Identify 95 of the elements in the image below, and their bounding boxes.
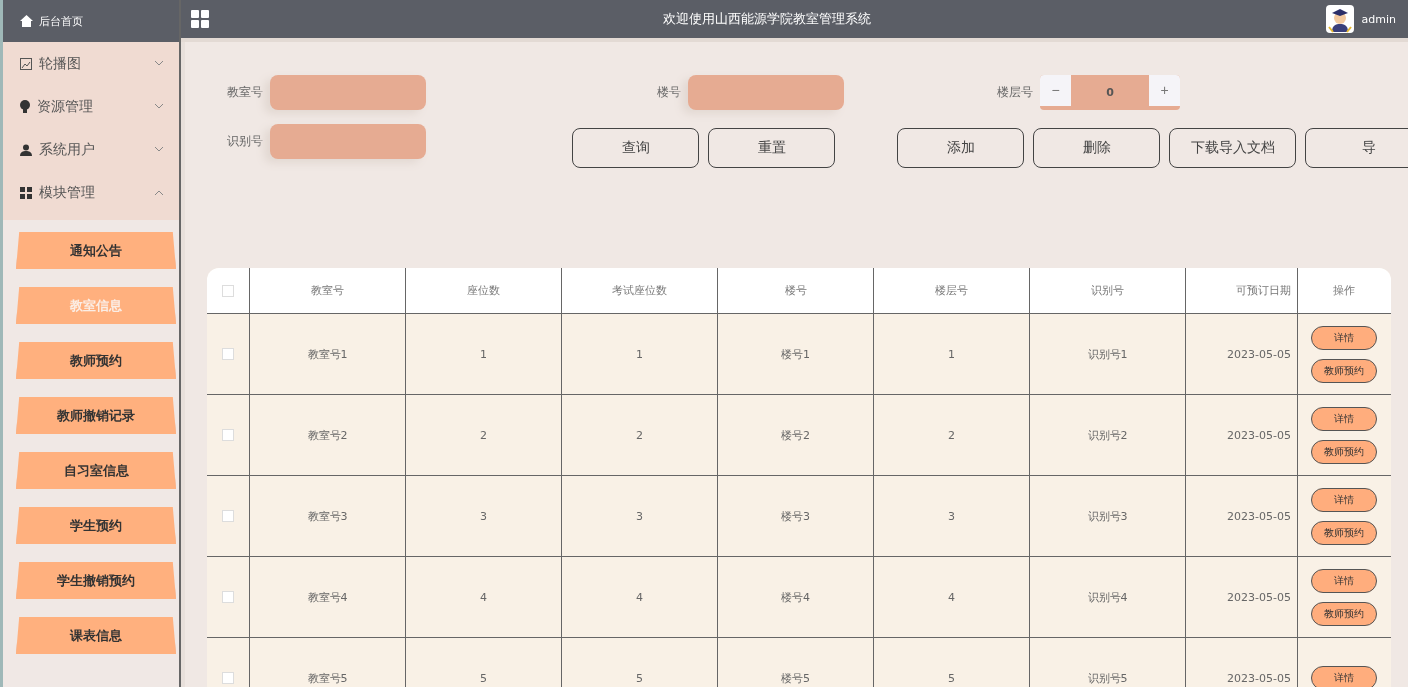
table-cell: 5 [405,638,561,687]
row-action-button[interactable]: 详情 [1310,325,1377,350]
checkbox[interactable] [222,591,234,603]
table-cell: 识别号2 [1029,395,1185,475]
table-cell: 楼号5 [717,638,873,687]
row-action-button[interactable]: 教师预约 [1310,520,1377,545]
table-cell: 楼号3 [717,476,873,556]
action-button[interactable]: 添加 [897,128,1024,168]
submenu-item[interactable]: 教师预约 [16,342,176,379]
text-field[interactable] [270,74,426,110]
menu-item[interactable]: 资源管理 [3,85,179,128]
table-cell: 5 [873,638,1029,687]
query-button[interactable]: 重置 [708,128,835,168]
submenu-item[interactable]: 自习室信息 [16,452,176,489]
column-header: 楼层号 [873,268,1029,313]
field-label: 楼号 [657,83,681,101]
table-cell: 3 [405,476,561,556]
table-cell: 4 [873,557,1029,637]
table-cell: 1 [873,314,1029,394]
increment-button[interactable]: + [1149,74,1180,106]
menu-item[interactable]: 模块管理 [3,171,179,214]
field-label: 楼层号 [997,83,1033,101]
table-cell: 2023-05-05 [1185,476,1297,556]
row-action-button[interactable]: 详情 [1310,406,1377,431]
table-cell: 楼号2 [717,395,873,475]
table-cell: 2 [561,395,717,475]
table-cell: 教室号4 [249,557,405,637]
action-button[interactable]: 导 [1305,128,1408,168]
table-cell: 1 [561,314,717,394]
row-action-button[interactable]: 教师预约 [1310,439,1377,464]
home-link[interactable]: 后台首页 [3,0,179,42]
column-header: 可预订日期 [1185,268,1297,313]
checkbox[interactable] [222,284,234,297]
menu-item[interactable]: 轮播图 [3,42,179,85]
column-header: 识别号 [1029,268,1185,313]
table-cell: 2023-05-05 [1185,395,1297,475]
submenu-item[interactable]: 学生预约 [16,507,176,544]
row-action-button[interactable]: 教师预约 [1310,358,1377,383]
decrement-button[interactable]: − [1040,74,1071,106]
checkbox[interactable] [222,510,234,522]
menu-icon[interactable] [191,10,209,28]
table-cell: 教室号3 [249,476,405,556]
submenu-item[interactable]: 教师撤销记录 [16,397,176,434]
table-cell: 4 [561,557,717,637]
table-cell: 识别号1 [1029,314,1185,394]
table-cell: 楼号4 [717,557,873,637]
table-cell: 识别号5 [1029,638,1185,687]
checkbox[interactable] [222,672,234,684]
table-cell: 2023-05-05 [1185,638,1297,687]
grid-icon [20,186,32,199]
user-icon [20,143,32,156]
submenu-item[interactable]: 通知公告 [16,232,176,269]
text-field[interactable] [270,124,426,159]
checkbox[interactable] [222,429,234,441]
page-title: 欢迎使用山西能源学院教室管理系统 [662,10,873,28]
query-button[interactable]: 查询 [572,128,699,168]
row-action-button[interactable]: 详情 [1310,487,1377,512]
bulb-icon [20,100,30,113]
home-icon [20,15,33,27]
avatar-icon[interactable] [1325,5,1354,33]
table-cell: 识别号3 [1029,476,1185,556]
column-header: 教室号 [249,268,405,313]
table-cell: 2 [873,395,1029,475]
column-header: 楼号 [717,268,873,313]
table-cell: 识别号4 [1029,557,1185,637]
number-stepper[interactable]: − 0 + [1040,74,1180,110]
action-button[interactable]: 删除 [1033,128,1160,168]
text-field[interactable] [688,74,844,110]
menu-item[interactable]: 系统用户 [3,128,179,171]
row-action-button[interactable]: 详情 [1310,666,1377,687]
field-label: 识别号 [227,133,263,150]
column-header: 考试座位数 [561,268,717,313]
action-button[interactable]: 下载导入文档 [1169,128,1296,168]
username: admin [1361,12,1396,26]
table-cell: 教室号1 [249,314,405,394]
table-cell: 3 [873,476,1029,556]
checkbox[interactable] [222,348,234,360]
submenu-item[interactable]: 学生撤销预约 [16,562,176,599]
table-cell: 2 [405,395,561,475]
table-cell: 2023-05-05 [1185,314,1297,394]
table-cell: 5 [561,638,717,687]
field-label: 教室号 [227,83,263,101]
column-header: 操作 [1297,268,1389,313]
table-cell: 3 [561,476,717,556]
table-cell: 2023-05-05 [1185,557,1297,637]
table-cell: 4 [405,557,561,637]
image-icon [20,57,32,70]
table-cell: 教室号2 [249,395,405,475]
table-cell: 1 [405,314,561,394]
column-header: 座位数 [405,268,561,313]
table-cell: 教室号5 [249,638,405,687]
table-cell: 楼号1 [717,314,873,394]
submenu-item[interactable]: 课表信息 [16,617,176,654]
row-action-button[interactable]: 教师预约 [1310,601,1377,626]
row-action-button[interactable]: 详情 [1310,568,1377,593]
